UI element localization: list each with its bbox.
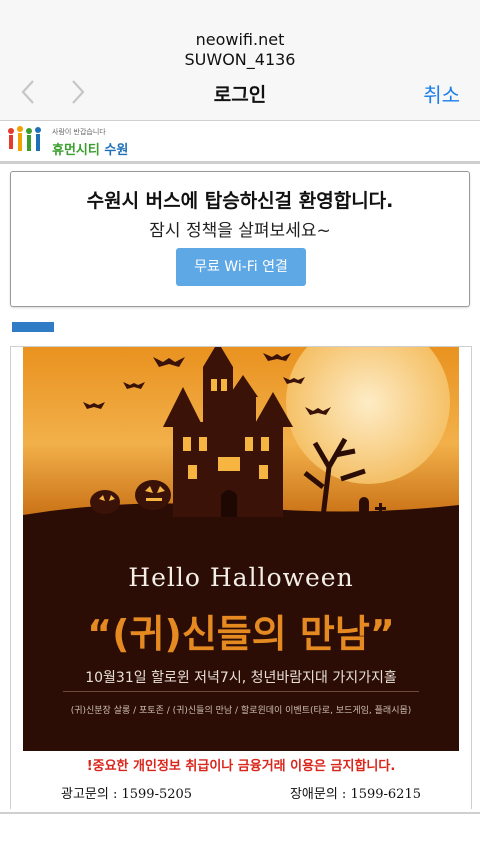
halloween-poster[interactable]: Hello Halloween “(귀)신들의 만남” 10월31일 할로윈 저… bbox=[23, 347, 459, 751]
logo-tagline: 사람이 반갑습니다 bbox=[52, 128, 106, 136]
welcome-title: 수원시 버스에 탑승하신걸 환영합니다. bbox=[86, 190, 394, 212]
poster-headline: “(귀)신들의 만남” bbox=[87, 612, 395, 656]
ssid-label: SUWON_4136 bbox=[184, 50, 296, 69]
cancel-button[interactable]: 취소 bbox=[423, 79, 460, 108]
people-logo-icon bbox=[8, 126, 41, 151]
privacy-warning: !중요한 개인정보 취급이나 금융거래 이용은 금지합니다. bbox=[86, 759, 396, 774]
page-title: 로그인 bbox=[213, 84, 267, 106]
network-name: neowifi.net bbox=[195, 30, 285, 49]
connect-wifi-button[interactable]: 무료 Wi-Fi 연결 bbox=[176, 248, 306, 286]
help-contact: 장애문의 : 1599-6215 bbox=[289, 787, 421, 802]
poster-divider bbox=[63, 691, 419, 692]
ad-contact: 광고문의 : 1599-5205 bbox=[61, 787, 193, 802]
bottom-divider bbox=[0, 812, 480, 814]
welcome-card: 수원시 버스에 탑승하신걸 환영합니다. 잠시 정책을 살펴보세요~ 무료 Wi… bbox=[10, 171, 470, 307]
ad-banner[interactable]: Hello Halloween “(귀)신들의 만남” 10월31일 할로윈 저… bbox=[10, 346, 472, 809]
logo-name: 휴먼시티 수원 bbox=[52, 143, 129, 158]
browser-header: neowifi.net SUWON_4136 로그인 취소 bbox=[0, 0, 480, 121]
poster-hello-text: Hello Halloween bbox=[128, 563, 354, 592]
logo-strip: 사람이 반갑습니다 휴먼시티 수원 bbox=[0, 121, 480, 164]
section-indicator bbox=[12, 322, 54, 332]
welcome-subtitle: 잠시 정책을 살펴보세요~ bbox=[149, 221, 331, 241]
poster-date-line: 10월31일 할로윈 저녁7시, 청년바람지대 가지가지홀 bbox=[85, 670, 397, 686]
poster-events: (귀)신분장 살롱 / 포토존 / (귀)신들의 만남 / 할로윈데이 이벤트(… bbox=[70, 706, 412, 716]
